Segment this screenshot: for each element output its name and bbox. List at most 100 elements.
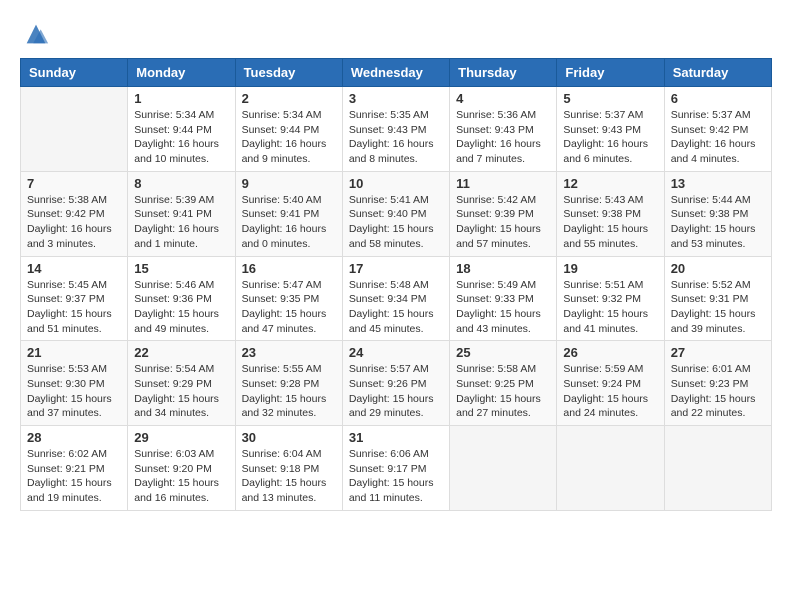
- day-info: Sunrise: 5:51 AM Sunset: 9:32 PM Dayligh…: [563, 278, 657, 337]
- calendar-week-5: 28 Sunrise: 6:02 AM Sunset: 9:21 PM Dayli…: [21, 426, 772, 511]
- calendar-cell: 19 Sunrise: 5:51 AM Sunset: 9:32 PM Dayli…: [557, 256, 664, 341]
- day-info: Sunrise: 5:38 AM Sunset: 9:42 PM Dayligh…: [27, 193, 121, 252]
- calendar-cell: 17Sunrise: 5:48 AM Sunset: 9:34 PM Dayli…: [342, 256, 449, 341]
- day-number: 7: [27, 176, 121, 191]
- calendar-cell: 24 Sunrise: 5:57 AM Sunset: 9:26 PM Dayli…: [342, 341, 449, 426]
- day-number: 30: [242, 430, 336, 445]
- column-header-sunday: Sunday: [21, 59, 128, 87]
- calendar-cell: 9Sunrise: 5:40 AM Sunset: 9:41 PM Daylig…: [235, 171, 342, 256]
- calendar-body: 1 Sunrise: 5:34 AM Sunset: 9:44 PM Daylig…: [21, 87, 772, 511]
- calendar-cell: 1 Sunrise: 5:34 AM Sunset: 9:44 PM Daylig…: [128, 87, 235, 172]
- calendar-week-1: 1 Sunrise: 5:34 AM Sunset: 9:44 PM Daylig…: [21, 87, 772, 172]
- calendar-cell: 26Sunrise: 5:59 AM Sunset: 9:24 PM Dayli…: [557, 341, 664, 426]
- day-number: 24: [349, 345, 443, 360]
- day-number: 2: [242, 91, 336, 106]
- day-number: 28: [27, 430, 121, 445]
- day-info: Sunrise: 5:35 AM Sunset: 9:43 PM Dayligh…: [349, 108, 443, 167]
- calendar-cell: 14 Sunrise: 5:45 AM Sunset: 9:37 PM Dayli…: [21, 256, 128, 341]
- calendar-cell: 11 Sunrise: 5:42 AM Sunset: 9:39 PM Dayli…: [450, 171, 557, 256]
- day-info: Sunrise: 5:53 AM Sunset: 9:30 PM Dayligh…: [27, 362, 121, 421]
- calendar-cell: 21 Sunrise: 5:53 AM Sunset: 9:30 PM Dayli…: [21, 341, 128, 426]
- calendar-cell: 6 Sunrise: 5:37 AM Sunset: 9:42 PM Daylig…: [664, 87, 771, 172]
- column-header-monday: Monday: [128, 59, 235, 87]
- calendar-week-3: 14 Sunrise: 5:45 AM Sunset: 9:37 PM Dayli…: [21, 256, 772, 341]
- calendar-cell: [664, 426, 771, 511]
- calendar-cell: 31Sunrise: 6:06 AM Sunset: 9:17 PM Dayli…: [342, 426, 449, 511]
- day-info: Sunrise: 5:43 AM Sunset: 9:38 PM Dayligh…: [563, 193, 657, 252]
- day-number: 3: [349, 91, 443, 106]
- day-info: Sunrise: 5:44 AM Sunset: 9:38 PM Dayligh…: [671, 193, 765, 252]
- day-info: Sunrise: 5:55 AM Sunset: 9:28 PM Dayligh…: [242, 362, 336, 421]
- calendar-cell: 8 Sunrise: 5:39 AM Sunset: 9:41 PM Daylig…: [128, 171, 235, 256]
- day-info: Sunrise: 5:34 AM Sunset: 9:44 PM Dayligh…: [134, 108, 228, 167]
- page-header: [20, 20, 772, 48]
- logo-icon: [22, 20, 50, 48]
- day-info: Sunrise: 5:42 AM Sunset: 9:39 PM Dayligh…: [456, 193, 550, 252]
- day-number: 9: [242, 176, 336, 191]
- calendar-header: SundayMondayTuesdayWednesdayThursdayFrid…: [21, 59, 772, 87]
- calendar-cell: 2 Sunrise: 5:34 AM Sunset: 9:44 PM Daylig…: [235, 87, 342, 172]
- calendar-cell: 15Sunrise: 5:46 AM Sunset: 9:36 PM Dayli…: [128, 256, 235, 341]
- day-info: Sunrise: 5:58 AM Sunset: 9:25 PM Dayligh…: [456, 362, 550, 421]
- column-header-wednesday: Wednesday: [342, 59, 449, 87]
- day-number: 5: [563, 91, 657, 106]
- day-number: 12: [563, 176, 657, 191]
- calendar-cell: 18 Sunrise: 5:49 AM Sunset: 9:33 PM Dayli…: [450, 256, 557, 341]
- calendar-table: SundayMondayTuesdayWednesdayThursdayFrid…: [20, 58, 772, 511]
- day-info: Sunrise: 5:45 AM Sunset: 9:37 PM Dayligh…: [27, 278, 121, 337]
- day-info: Sunrise: 5:54 AM Sunset: 9:29 PM Dayligh…: [134, 362, 228, 421]
- column-header-saturday: Saturday: [664, 59, 771, 87]
- logo-text-block: [20, 20, 50, 48]
- calendar-cell: 28 Sunrise: 6:02 AM Sunset: 9:21 PM Dayli…: [21, 426, 128, 511]
- day-number: 8: [134, 176, 228, 191]
- calendar-cell: 30 Sunrise: 6:04 AM Sunset: 9:18 PM Dayli…: [235, 426, 342, 511]
- day-number: 25: [456, 345, 550, 360]
- day-number: 13: [671, 176, 765, 191]
- day-number: 18: [456, 261, 550, 276]
- calendar-cell: [557, 426, 664, 511]
- calendar-cell: 25 Sunrise: 5:58 AM Sunset: 9:25 PM Dayli…: [450, 341, 557, 426]
- day-info: Sunrise: 5:57 AM Sunset: 9:26 PM Dayligh…: [349, 362, 443, 421]
- calendar-cell: 27 Sunrise: 6:01 AM Sunset: 9:23 PM Dayli…: [664, 341, 771, 426]
- calendar-week-2: 7 Sunrise: 5:38 AM Sunset: 9:42 PM Daylig…: [21, 171, 772, 256]
- day-info: Sunrise: 5:36 AM Sunset: 9:43 PM Dayligh…: [456, 108, 550, 167]
- calendar-cell: 4 Sunrise: 5:36 AM Sunset: 9:43 PM Daylig…: [450, 87, 557, 172]
- calendar-cell: 5 Sunrise: 5:37 AM Sunset: 9:43 PM Daylig…: [557, 87, 664, 172]
- day-number: 10: [349, 176, 443, 191]
- calendar-cell: 23 Sunrise: 5:55 AM Sunset: 9:28 PM Dayli…: [235, 341, 342, 426]
- day-number: 23: [242, 345, 336, 360]
- day-info: Sunrise: 5:52 AM Sunset: 9:31 PM Dayligh…: [671, 278, 765, 337]
- day-info: Sunrise: 6:02 AM Sunset: 9:21 PM Dayligh…: [27, 447, 121, 506]
- calendar-cell: 13 Sunrise: 5:44 AM Sunset: 9:38 PM Dayli…: [664, 171, 771, 256]
- day-info: Sunrise: 5:41 AM Sunset: 9:40 PM Dayligh…: [349, 193, 443, 252]
- calendar-cell: 12 Sunrise: 5:43 AM Sunset: 9:38 PM Dayli…: [557, 171, 664, 256]
- column-header-tuesday: Tuesday: [235, 59, 342, 87]
- day-number: 11: [456, 176, 550, 191]
- calendar-cell: 22Sunrise: 5:54 AM Sunset: 9:29 PM Dayli…: [128, 341, 235, 426]
- day-number: 27: [671, 345, 765, 360]
- day-number: 21: [27, 345, 121, 360]
- day-number: 19: [563, 261, 657, 276]
- calendar-cell: 3 Sunrise: 5:35 AM Sunset: 9:43 PM Daylig…: [342, 87, 449, 172]
- day-info: Sunrise: 6:01 AM Sunset: 9:23 PM Dayligh…: [671, 362, 765, 421]
- day-info: Sunrise: 5:37 AM Sunset: 9:43 PM Dayligh…: [563, 108, 657, 167]
- logo: [20, 20, 50, 48]
- day-number: 1: [134, 91, 228, 106]
- day-info: Sunrise: 6:04 AM Sunset: 9:18 PM Dayligh…: [242, 447, 336, 506]
- day-number: 4: [456, 91, 550, 106]
- day-number: 15: [134, 261, 228, 276]
- column-header-friday: Friday: [557, 59, 664, 87]
- day-info: Sunrise: 5:47 AM Sunset: 9:35 PM Dayligh…: [242, 278, 336, 337]
- day-number: 29: [134, 430, 228, 445]
- day-info: Sunrise: 5:49 AM Sunset: 9:33 PM Dayligh…: [456, 278, 550, 337]
- day-number: 26: [563, 345, 657, 360]
- day-number: 14: [27, 261, 121, 276]
- calendar-week-4: 21 Sunrise: 5:53 AM Sunset: 9:30 PM Dayli…: [21, 341, 772, 426]
- day-number: 6: [671, 91, 765, 106]
- day-info: Sunrise: 6:03 AM Sunset: 9:20 PM Dayligh…: [134, 447, 228, 506]
- day-info: Sunrise: 5:37 AM Sunset: 9:42 PM Dayligh…: [671, 108, 765, 167]
- day-info: Sunrise: 6:06 AM Sunset: 9:17 PM Dayligh…: [349, 447, 443, 506]
- day-info: Sunrise: 5:34 AM Sunset: 9:44 PM Dayligh…: [242, 108, 336, 167]
- day-info: Sunrise: 5:39 AM Sunset: 9:41 PM Dayligh…: [134, 193, 228, 252]
- calendar-cell: 16Sunrise: 5:47 AM Sunset: 9:35 PM Dayli…: [235, 256, 342, 341]
